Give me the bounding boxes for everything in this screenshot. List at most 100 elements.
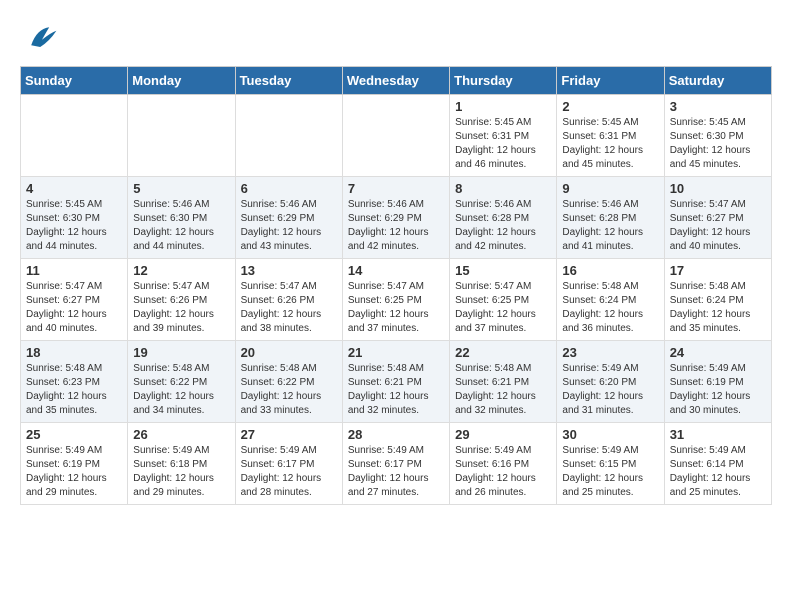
weekday-header-sunday: Sunday <box>21 67 128 95</box>
day-number: 6 <box>241 181 337 196</box>
calendar-cell <box>235 95 342 177</box>
calendar-cell: 26 Sunrise: 5:49 AM Sunset: 6:18 PM Dayli… <box>128 423 235 505</box>
calendar-table: SundayMondayTuesdayWednesdayThursdayFrid… <box>20 66 772 505</box>
calendar-cell: 11 Sunrise: 5:47 AM Sunset: 6:27 PM Dayli… <box>21 259 128 341</box>
calendar-cell: 28 Sunrise: 5:49 AM Sunset: 6:17 PM Dayli… <box>342 423 449 505</box>
calendar-week-3: 11 Sunrise: 5:47 AM Sunset: 6:27 PM Dayli… <box>21 259 772 341</box>
day-number: 17 <box>670 263 766 278</box>
day-number: 3 <box>670 99 766 114</box>
day-number: 23 <box>562 345 658 360</box>
day-info: Sunrise: 5:47 AM Sunset: 6:27 PM Dayligh… <box>26 280 122 336</box>
calendar-week-2: 4 Sunrise: 5:45 AM Sunset: 6:30 PM Daylig… <box>21 177 772 259</box>
day-number: 30 <box>562 427 658 442</box>
weekday-header-monday: Monday <box>128 67 235 95</box>
day-number: 31 <box>670 427 766 442</box>
logo <box>20 20 60 56</box>
weekday-header-friday: Friday <box>557 67 664 95</box>
calendar-cell: 7 Sunrise: 5:46 AM Sunset: 6:29 PM Daylig… <box>342 177 449 259</box>
day-number: 7 <box>348 181 444 196</box>
day-info: Sunrise: 5:45 AM Sunset: 6:30 PM Dayligh… <box>670 116 766 172</box>
day-number: 14 <box>348 263 444 278</box>
day-info: Sunrise: 5:47 AM Sunset: 6:27 PM Dayligh… <box>670 198 766 254</box>
calendar-cell: 10Sunrise: 5:47 AM Sunset: 6:27 PM Dayli… <box>664 177 771 259</box>
day-info: Sunrise: 5:49 AM Sunset: 6:19 PM Dayligh… <box>26 444 122 500</box>
day-info: Sunrise: 5:48 AM Sunset: 6:22 PM Dayligh… <box>241 362 337 418</box>
calendar-cell: 16Sunrise: 5:48 AM Sunset: 6:24 PM Dayli… <box>557 259 664 341</box>
calendar-cell: 20 Sunrise: 5:48 AM Sunset: 6:22 PM Dayli… <box>235 341 342 423</box>
day-info: Sunrise: 5:48 AM Sunset: 6:22 PM Dayligh… <box>133 362 229 418</box>
calendar-cell: 13Sunrise: 5:47 AM Sunset: 6:26 PM Dayli… <box>235 259 342 341</box>
day-number: 9 <box>562 181 658 196</box>
day-number: 18 <box>26 345 122 360</box>
day-info: Sunrise: 5:45 AM Sunset: 6:31 PM Dayligh… <box>455 116 551 172</box>
calendar-week-5: 25 Sunrise: 5:49 AM Sunset: 6:19 PM Dayli… <box>21 423 772 505</box>
calendar-week-1: 1 Sunrise: 5:45 AM Sunset: 6:31 PM Daylig… <box>21 95 772 177</box>
day-info: Sunrise: 5:47 AM Sunset: 6:25 PM Dayligh… <box>348 280 444 336</box>
day-info: Sunrise: 5:45 AM Sunset: 6:31 PM Dayligh… <box>562 116 658 172</box>
day-number: 25 <box>26 427 122 442</box>
day-number: 20 <box>241 345 337 360</box>
calendar-cell: 4 Sunrise: 5:45 AM Sunset: 6:30 PM Daylig… <box>21 177 128 259</box>
calendar-cell: 25 Sunrise: 5:49 AM Sunset: 6:19 PM Dayli… <box>21 423 128 505</box>
day-number: 15 <box>455 263 551 278</box>
day-info: Sunrise: 5:47 AM Sunset: 6:26 PM Dayligh… <box>241 280 337 336</box>
day-number: 4 <box>26 181 122 196</box>
day-number: 12 <box>133 263 229 278</box>
calendar-cell: 2Sunrise: 5:45 AM Sunset: 6:31 PM Daylig… <box>557 95 664 177</box>
day-number: 1 <box>455 99 551 114</box>
day-info: Sunrise: 5:49 AM Sunset: 6:17 PM Dayligh… <box>348 444 444 500</box>
day-info: Sunrise: 5:49 AM Sunset: 6:17 PM Dayligh… <box>241 444 337 500</box>
day-info: Sunrise: 5:49 AM Sunset: 6:18 PM Dayligh… <box>133 444 229 500</box>
day-number: 26 <box>133 427 229 442</box>
weekday-row: SundayMondayTuesdayWednesdayThursdayFrid… <box>21 67 772 95</box>
calendar-cell: 6 Sunrise: 5:46 AM Sunset: 6:29 PM Daylig… <box>235 177 342 259</box>
calendar-cell: 30 Sunrise: 5:49 AM Sunset: 6:15 PM Dayli… <box>557 423 664 505</box>
calendar-cell: 5Sunrise: 5:46 AM Sunset: 6:30 PM Daylig… <box>128 177 235 259</box>
day-info: Sunrise: 5:49 AM Sunset: 6:20 PM Dayligh… <box>562 362 658 418</box>
day-info: Sunrise: 5:48 AM Sunset: 6:21 PM Dayligh… <box>455 362 551 418</box>
day-info: Sunrise: 5:46 AM Sunset: 6:28 PM Dayligh… <box>562 198 658 254</box>
calendar-cell: 12 Sunrise: 5:47 AM Sunset: 6:26 PM Dayli… <box>128 259 235 341</box>
calendar-cell: 17 Sunrise: 5:48 AM Sunset: 6:24 PM Dayli… <box>664 259 771 341</box>
calendar-cell: 22 Sunrise: 5:48 AM Sunset: 6:21 PM Dayli… <box>450 341 557 423</box>
weekday-header-saturday: Saturday <box>664 67 771 95</box>
day-number: 21 <box>348 345 444 360</box>
day-info: Sunrise: 5:48 AM Sunset: 6:21 PM Dayligh… <box>348 362 444 418</box>
calendar-cell: 9 Sunrise: 5:46 AM Sunset: 6:28 PM Daylig… <box>557 177 664 259</box>
day-info: Sunrise: 5:47 AM Sunset: 6:26 PM Dayligh… <box>133 280 229 336</box>
calendar-cell <box>21 95 128 177</box>
calendar-cell: 31 Sunrise: 5:49 AM Sunset: 6:14 PM Dayli… <box>664 423 771 505</box>
day-number: 5 <box>133 181 229 196</box>
calendar-header: SundayMondayTuesdayWednesdayThursdayFrid… <box>21 67 772 95</box>
calendar-cell: 27 Sunrise: 5:49 AM Sunset: 6:17 PM Dayli… <box>235 423 342 505</box>
calendar-cell: 21 Sunrise: 5:48 AM Sunset: 6:21 PM Dayli… <box>342 341 449 423</box>
day-number: 22 <box>455 345 551 360</box>
day-number: 11 <box>26 263 122 278</box>
calendar-week-4: 18Sunrise: 5:48 AM Sunset: 6:23 PM Dayli… <box>21 341 772 423</box>
calendar-cell: 15 Sunrise: 5:47 AM Sunset: 6:25 PM Dayli… <box>450 259 557 341</box>
day-number: 19 <box>133 345 229 360</box>
day-info: Sunrise: 5:47 AM Sunset: 6:25 PM Dayligh… <box>455 280 551 336</box>
day-info: Sunrise: 5:45 AM Sunset: 6:30 PM Dayligh… <box>26 198 122 254</box>
calendar-cell <box>342 95 449 177</box>
day-info: Sunrise: 5:49 AM Sunset: 6:16 PM Dayligh… <box>455 444 551 500</box>
logo-bird-icon <box>24 20 60 56</box>
day-info: Sunrise: 5:49 AM Sunset: 6:14 PM Dayligh… <box>670 444 766 500</box>
calendar-cell: 14 Sunrise: 5:47 AM Sunset: 6:25 PM Dayli… <box>342 259 449 341</box>
calendar-cell: 23 Sunrise: 5:49 AM Sunset: 6:20 PM Dayli… <box>557 341 664 423</box>
day-info: Sunrise: 5:46 AM Sunset: 6:29 PM Dayligh… <box>348 198 444 254</box>
calendar-cell: 1 Sunrise: 5:45 AM Sunset: 6:31 PM Daylig… <box>450 95 557 177</box>
weekday-header-thursday: Thursday <box>450 67 557 95</box>
day-info: Sunrise: 5:49 AM Sunset: 6:19 PM Dayligh… <box>670 362 766 418</box>
day-info: Sunrise: 5:49 AM Sunset: 6:15 PM Dayligh… <box>562 444 658 500</box>
day-number: 16 <box>562 263 658 278</box>
calendar-cell: 19 Sunrise: 5:48 AM Sunset: 6:22 PM Dayli… <box>128 341 235 423</box>
calendar-cell: 3 Sunrise: 5:45 AM Sunset: 6:30 PM Daylig… <box>664 95 771 177</box>
day-info: Sunrise: 5:46 AM Sunset: 6:28 PM Dayligh… <box>455 198 551 254</box>
day-number: 28 <box>348 427 444 442</box>
day-number: 27 <box>241 427 337 442</box>
day-number: 29 <box>455 427 551 442</box>
calendar-cell: 29 Sunrise: 5:49 AM Sunset: 6:16 PM Dayli… <box>450 423 557 505</box>
day-info: Sunrise: 5:46 AM Sunset: 6:29 PM Dayligh… <box>241 198 337 254</box>
day-info: Sunrise: 5:48 AM Sunset: 6:24 PM Dayligh… <box>670 280 766 336</box>
